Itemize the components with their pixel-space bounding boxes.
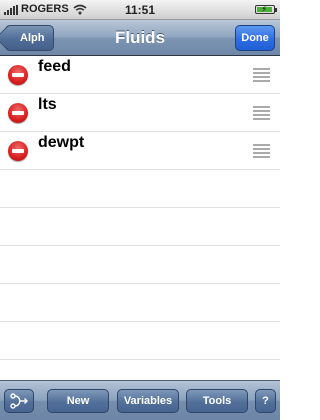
fluids-list: feed lts dewpt <box>0 56 280 380</box>
help-button[interactable]: ? <box>255 389 276 413</box>
new-button[interactable]: New <box>47 389 109 413</box>
delete-icon[interactable] <box>8 141 28 161</box>
empty-row <box>0 246 280 284</box>
battery-icon: ⚡ <box>255 4 277 14</box>
tools-button[interactable]: Tools <box>186 389 248 413</box>
list-item[interactable]: lts <box>0 94 280 132</box>
clock: 11:51 <box>124 3 156 17</box>
variables-button[interactable]: Variables <box>117 389 179 413</box>
list-item[interactable]: dewpt <box>0 132 280 170</box>
branch-button[interactable] <box>4 389 34 413</box>
back-button[interactable]: Alph <box>5 25 55 51</box>
done-button[interactable]: Done <box>235 25 275 51</box>
branch-icon <box>10 393 28 409</box>
empty-row <box>0 360 280 380</box>
delete-icon[interactable] <box>8 103 28 123</box>
back-button-label: Alph <box>20 32 45 44</box>
empty-row <box>0 284 280 322</box>
delete-icon[interactable] <box>8 65 28 85</box>
reorder-handle-icon[interactable] <box>253 68 270 82</box>
list-item-label: dewpt <box>38 134 85 151</box>
empty-row <box>0 170 280 208</box>
list-item-label: lts <box>38 96 57 113</box>
list-item-label: feed <box>38 58 71 75</box>
navigation-bar: Alph Fluids Done <box>0 20 280 56</box>
status-bar: ROGERS 11:51 ⚡ <box>0 0 280 20</box>
reorder-handle-icon[interactable] <box>253 144 270 158</box>
page-title: Fluids <box>114 28 166 47</box>
list-item[interactable]: feed <box>0 56 280 94</box>
bottom-toolbar: New Variables Tools ? <box>0 380 280 420</box>
reorder-handle-icon[interactable] <box>253 106 270 120</box>
empty-row <box>0 208 280 246</box>
empty-row <box>0 322 280 360</box>
